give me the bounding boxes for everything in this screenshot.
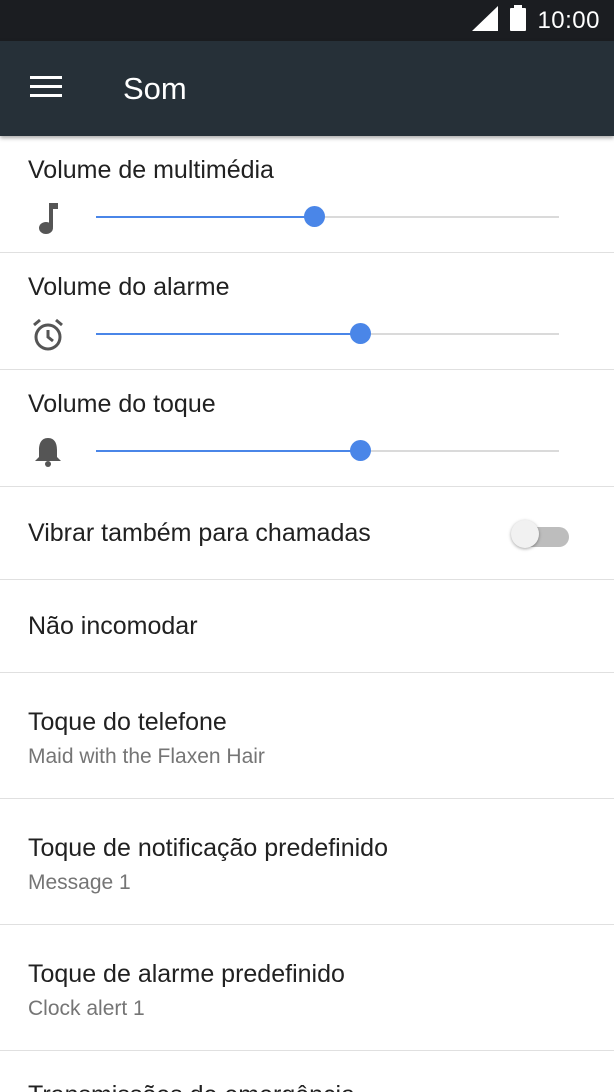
notification-sound-value: Message 1 (28, 871, 131, 894)
settings-list: Volume de multimédia Volume do alarme Vo… (0, 136, 614, 1092)
music-note-icon (28, 198, 68, 238)
status-time: 10:00 (537, 6, 600, 34)
notification-sound-title: Toque de notificação predefinido (28, 834, 388, 862)
toggle-knob (511, 520, 539, 548)
emergency-broadcasts-row[interactable]: Transmissões de emergência (0, 1051, 614, 1092)
slider-thumb[interactable] (349, 440, 371, 461)
phone-ringtone-title: Toque do telefone (28, 708, 227, 736)
media-volume-label: Volume de multimédia (28, 156, 274, 184)
status-icons: 10:00 (469, 0, 600, 41)
alarm-sound-title: Toque de alarme predefinido (28, 960, 345, 988)
ring-volume-label: Volume do toque (28, 390, 216, 418)
do-not-disturb-row[interactable]: Não incomodar (0, 580, 614, 672)
bell-icon (28, 432, 68, 472)
slider-thumb[interactable] (303, 206, 325, 227)
slider-fill (96, 216, 314, 218)
vibrate-toggle[interactable] (511, 520, 569, 548)
battery-icon (509, 4, 527, 37)
signal-icon (469, 4, 499, 37)
notification-sound-row[interactable]: Toque de notificação predefinido Message… (0, 799, 614, 924)
do-not-disturb-label: Não incomodar (28, 612, 198, 640)
alarm-volume-label: Volume do alarme (28, 273, 230, 301)
media-volume-slider[interactable] (96, 206, 559, 227)
hamburger-menu-icon (30, 75, 62, 103)
vibrate-row[interactable]: Vibrar também para chamadas (0, 487, 614, 579)
emergency-broadcasts-title: Transmissões de emergência (28, 1081, 355, 1092)
alarm-sound-value: Clock alert 1 (28, 997, 145, 1020)
alarm-sound-row[interactable]: Toque de alarme predefinido Clock alert … (0, 925, 614, 1050)
slider-fill (96, 333, 360, 335)
phone-ringtone-row[interactable]: Toque do telefone Maid with the Flaxen H… (0, 673, 614, 798)
slider-thumb[interactable] (349, 323, 371, 344)
app-bar: Som (0, 41, 614, 136)
media-volume-row: Volume de multimédia (0, 136, 614, 252)
slider-fill (96, 450, 360, 452)
vibrate-label: Vibrar também para chamadas (28, 519, 371, 547)
alarm-clock-icon (28, 315, 68, 355)
menu-button[interactable] (22, 65, 70, 113)
ring-volume-slider[interactable] (96, 440, 559, 461)
ring-volume-row: Volume do toque (0, 370, 614, 486)
alarm-volume-row: Volume do alarme (0, 253, 614, 369)
phone-ringtone-value: Maid with the Flaxen Hair (28, 745, 265, 768)
status-bar: 10:00 (0, 0, 614, 41)
alarm-volume-slider[interactable] (96, 323, 559, 344)
page-title: Som (123, 71, 187, 106)
